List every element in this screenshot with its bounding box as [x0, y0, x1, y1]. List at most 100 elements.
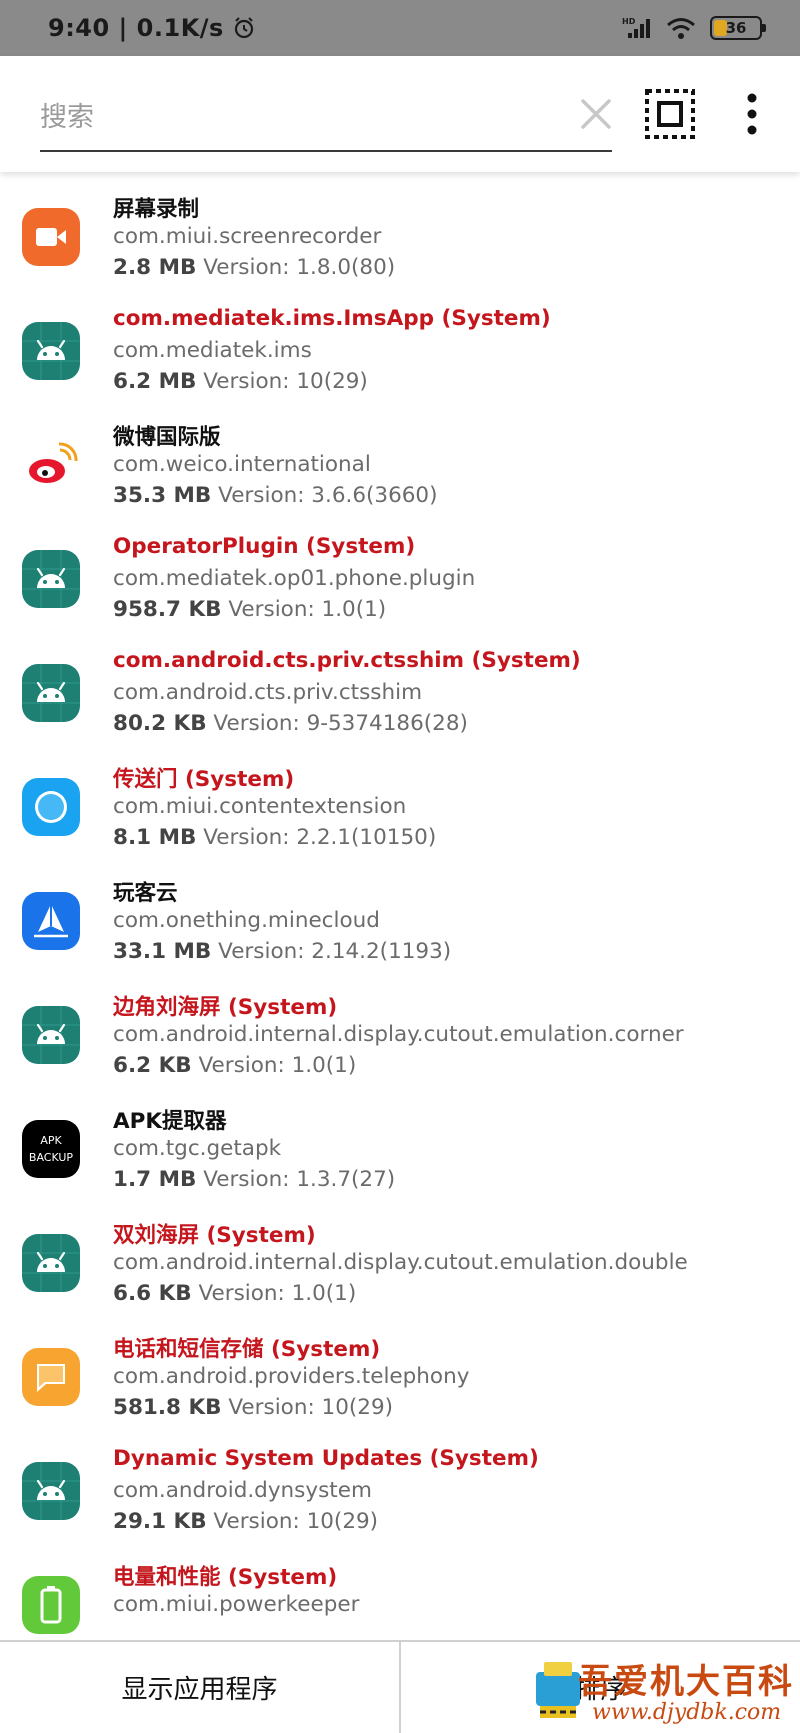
app-name: Dynamic System Updates (System)	[113, 1446, 539, 1471]
app-list-item[interactable]: OperatorPlugin (System) com.mediatek.op01…	[0, 524, 800, 638]
app-package: com.android.cts.priv.ctsshim	[113, 680, 423, 705]
minecloud-icon	[22, 892, 80, 950]
search-field	[40, 86, 612, 152]
app-name: com.mediatek.ims.ImsApp (System)	[113, 306, 551, 331]
search-input[interactable]	[40, 86, 560, 148]
app-package: com.android.dynsystem	[113, 1478, 372, 1503]
app-meta: 35.3 MB Version: 3.6.6(3660)	[113, 483, 438, 508]
app-name: APK提取器	[113, 1109, 227, 1134]
app-version: Version: 10(29)	[206, 1509, 379, 1534]
app-list-item[interactable]: 边角刘海屏 (System) com.android.internal.displ…	[0, 980, 800, 1094]
app-meta: 6.6 KB Version: 1.0(1)	[113, 1281, 356, 1306]
app-version: Version: 1.8.0(80)	[196, 255, 396, 280]
show-apps-button[interactable]: 显示应用程序	[0, 1642, 399, 1733]
app-size: 6.2 KB	[113, 1053, 192, 1078]
app-meta: 6.2 KB Version: 1.0(1)	[113, 1053, 356, 1078]
icon-label-line: BACKUP	[28, 1151, 74, 1164]
network-label: HD	[622, 17, 636, 26]
app-version: Version: 1.0(1)	[221, 597, 387, 622]
app-name: 微博国际版	[113, 425, 221, 450]
app-name: 电量和性能 (System)	[113, 1565, 338, 1590]
app-size: 6.2 MB	[113, 369, 197, 394]
app-meta: 8.1 MB Version: 2.2.1(10150)	[113, 825, 436, 850]
app-package: com.android.internal.display.cutout.emul…	[113, 1250, 688, 1275]
app-package: com.miui.powerkeeper	[113, 1592, 360, 1617]
app-list-item[interactable]: 电话和短信存储 (System) com.android.providers.te…	[0, 1322, 800, 1436]
app-size: 8.1 MB	[113, 825, 197, 850]
alarm-icon	[234, 17, 253, 39]
more-options-icon[interactable]	[742, 92, 762, 136]
app-version: Version: 2.2.1(10150)	[196, 825, 437, 850]
app-package: com.mediatek.ims	[113, 338, 312, 363]
show-apps-label: 显示应用程序	[121, 1675, 278, 1705]
app-size: 2.8 MB	[113, 255, 197, 280]
app-version: Version: 1.3.7(27)	[196, 1167, 396, 1192]
cellular-signal-icon: HD	[622, 17, 650, 38]
app-list-item[interactable]: 屏幕录制 com.miui.screenrecorder 2.8 MB Versio…	[0, 182, 800, 296]
app-version: Version: 9-5374186(28)	[206, 711, 468, 736]
app-version: Version: 1.0(1)	[191, 1281, 357, 1306]
app-list-item[interactable]: 微博国际版 com.weico.international 35.3 MB Vers…	[0, 410, 800, 524]
status-left: 9:40 | 0.1K/s	[48, 14, 256, 42]
status-time-speed: 9:40 | 0.1K/s	[48, 14, 224, 42]
clear-search-icon[interactable]	[578, 96, 614, 132]
app-meta: 2.8 MB Version: 1.8.0(80)	[113, 255, 395, 280]
app-name: 玩客云	[113, 881, 178, 906]
app-list-item[interactable]: APK BACKUP APK提取器 com.tgc.getapk 1.7 MB Vers…	[0, 1094, 800, 1208]
android-icon	[22, 550, 80, 608]
app-package: com.android.providers.telephony	[113, 1364, 470, 1389]
telephony-icon	[22, 1348, 80, 1406]
powerkeeper-icon	[22, 1576, 80, 1634]
search-header	[0, 56, 800, 172]
app-list-item[interactable]: Dynamic System Updates (System) com.andro…	[0, 1436, 800, 1550]
app-package: com.android.internal.display.cutout.emul…	[113, 1022, 684, 1047]
android-icon	[22, 1234, 80, 1292]
app-list-item[interactable]: 玩客云 com.onething.minecloud 33.1 MB Version…	[0, 866, 800, 980]
app-list[interactable]: 屏幕录制 com.miui.screenrecorder 2.8 MB Versio…	[0, 172, 800, 1640]
watermark-url: www.djydbk.com	[592, 1700, 782, 1725]
screen-recorder-icon	[22, 208, 80, 266]
battery-icon: 36	[710, 16, 766, 40]
app-name: 双刘海屏 (System)	[113, 1223, 316, 1248]
android-icon	[22, 1462, 80, 1520]
app-size: 29.1 KB	[113, 1509, 207, 1534]
app-meta: 581.8 KB Version: 10(29)	[113, 1395, 393, 1420]
status-bar: 9:40 | 0.1K/s HD 36	[0, 0, 800, 56]
app-meta: 33.1 MB Version: 2.14.2(1193)	[113, 939, 451, 964]
status-right: HD 36	[622, 16, 766, 40]
android-icon	[22, 1006, 80, 1064]
app-list-item[interactable]: com.mediatek.ims.ImsApp (System) com.medi…	[0, 296, 800, 410]
app-meta: 80.2 KB Version: 9-5374186(28)	[113, 711, 468, 736]
app-package: com.miui.screenrecorder	[113, 224, 382, 249]
app-version: Version: 1.0(1)	[191, 1053, 357, 1078]
app-name: com.android.cts.priv.ctsshim (System)	[113, 648, 581, 673]
app-size: 1.7 MB	[113, 1167, 197, 1192]
app-meta: 1.7 MB Version: 1.3.7(27)	[113, 1167, 395, 1192]
select-all-icon[interactable]	[644, 88, 696, 140]
app-list-item[interactable]: 传送门 (System) com.miui.contentextension 8.1…	[0, 752, 800, 866]
app-size: 80.2 KB	[113, 711, 207, 736]
app-name: 屏幕录制	[113, 197, 200, 222]
app-package: com.weico.international	[113, 452, 371, 477]
app-meta: 958.7 KB Version: 1.0(1)	[113, 597, 386, 622]
app-size: 581.8 KB	[113, 1395, 222, 1420]
icon-label: APK BACKUP	[22, 1132, 80, 1166]
icon-label-line: APK	[40, 1134, 62, 1147]
app-name: 边角刘海屏 (System)	[113, 995, 338, 1020]
app-package: com.mediatek.op01.phone.plugin	[113, 566, 476, 591]
app-meta: 6.2 MB Version: 10(29)	[113, 369, 368, 394]
apk-backup-icon: APK BACKUP	[22, 1120, 80, 1178]
watermark-title: 吾爱机大百科	[578, 1662, 794, 1702]
app-size: 33.1 MB	[113, 939, 212, 964]
app-list-item[interactable]: com.android.cts.priv.ctsshim (System) com…	[0, 638, 800, 752]
app-package: com.tgc.getapk	[113, 1136, 282, 1161]
app-version: Version: 2.14.2(1193)	[211, 939, 452, 964]
content-extension-icon	[22, 778, 80, 836]
android-icon	[22, 322, 80, 380]
app-list-item[interactable]: 电量和性能 (System) com.miui.powerkeeper	[0, 1550, 800, 1640]
battery-level: 36	[725, 19, 747, 37]
watermark: 吾爱机大百科 www.djydbk.com	[528, 1648, 798, 1730]
weibo-icon	[22, 436, 80, 494]
app-list-item[interactable]: 双刘海屏 (System) com.android.internal.displa…	[0, 1208, 800, 1322]
app-name: OperatorPlugin (System)	[113, 534, 416, 559]
